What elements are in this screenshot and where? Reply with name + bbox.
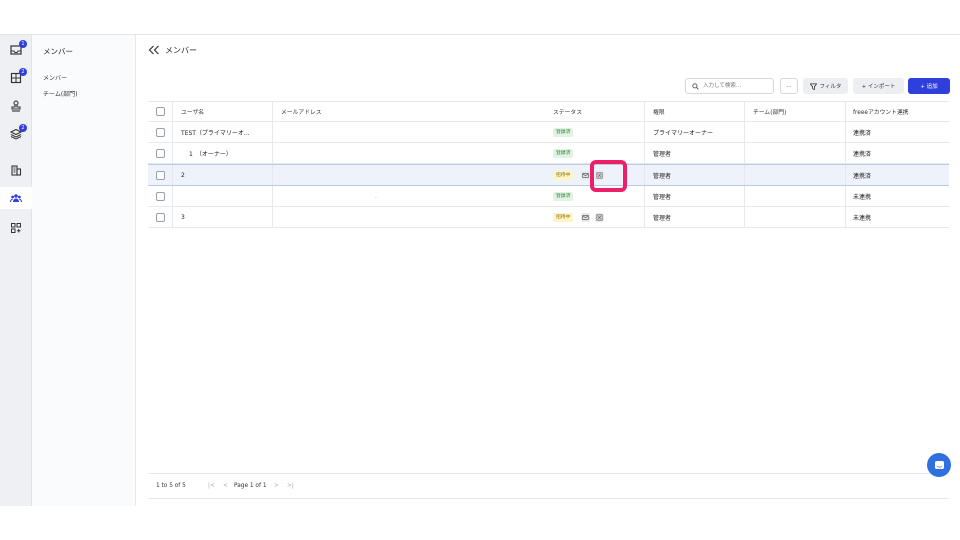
table-row[interactable]: 3 招待中 管理者 未連携 [148, 207, 949, 228]
rail-layers[interactable]: 2 [0, 123, 32, 145]
user-role: 管理者 [653, 150, 672, 158]
rail-apps[interactable] [0, 217, 32, 239]
table-row[interactable]: TEST（プライマリーオ... 登録済 プライマリーオーナー 連携済 [148, 122, 949, 143]
status-badge: 登録済 [553, 191, 574, 201]
user-role: プライマリーオーナー [653, 129, 714, 137]
freee-link-status: 連携済 [853, 129, 872, 137]
filter-button[interactable]: フィルタ [803, 78, 848, 94]
row-checkbox[interactable] [156, 127, 165, 137]
table-row-selected[interactable]: 2 招待中 管理者 連携済 [148, 164, 949, 186]
collapse-sidebar-icon[interactable] [148, 45, 160, 55]
status-badge: 登録済 [553, 127, 574, 137]
row-checkbox[interactable] [156, 212, 165, 222]
row-checkbox[interactable] [156, 191, 165, 201]
main-panel: メンバー ... フィルタ + インポート + 追加 ユーザ名 メールアドレス … [136, 35, 960, 506]
chat-icon [934, 460, 944, 469]
mail-icon [582, 172, 590, 178]
freee-link-status: 未連携 [853, 214, 872, 222]
rail-badge: 2 [19, 124, 27, 132]
select-all-cell[interactable] [156, 102, 165, 121]
column-header-name[interactable]: ユーザ名 [181, 102, 204, 121]
freee-link-status: 連携済 [853, 150, 872, 158]
freee-link-status: 未連携 [853, 193, 872, 201]
freee-link-status: 連携済 [853, 172, 872, 180]
row-range: 1 to 5 of 5 [156, 483, 186, 489]
user-role: 管理者 [653, 214, 672, 222]
user-name: 1 （オーナー） [189, 150, 232, 158]
rail-inbox[interactable]: 1 [0, 39, 32, 61]
last-page-button[interactable]: >| [287, 483, 294, 489]
table-row[interactable]: . 登録済 管理者 未連携 [148, 186, 949, 207]
close-box-icon [596, 214, 603, 220]
page-title: メンバー [165, 46, 197, 55]
column-header-email[interactable]: メールアドレス [281, 102, 322, 121]
user-name: 2 [181, 171, 185, 179]
column-header-team[interactable]: チーム(部門) [753, 102, 786, 121]
row-checkbox[interactable] [156, 148, 165, 158]
icon-rail: 1 2 2 [0, 35, 32, 506]
bottom-band [0, 506, 960, 540]
apps-icon [11, 223, 21, 233]
sub-navigation: メンバー メンバー チーム(部門) [32, 35, 136, 506]
user-name: TEST（プライマリーオ... [181, 129, 250, 137]
import-button[interactable]: + インポート [853, 78, 904, 94]
office-icon [11, 165, 22, 176]
rail-badge: 1 [19, 40, 27, 48]
page-indicator: Page 1 of 1 [234, 483, 267, 489]
team-icon [10, 194, 22, 203]
cancel-invite-button[interactable] [595, 212, 605, 222]
prev-page-button[interactable]: < [223, 483, 228, 489]
stamp-icon [11, 100, 21, 112]
first-page-button[interactable]: |< [208, 483, 215, 489]
rail-stamp[interactable] [0, 95, 32, 117]
more-button[interactable]: ... [780, 78, 798, 94]
column-header-status[interactable]: ステータス [553, 102, 582, 121]
highlight-box [590, 160, 627, 192]
rail-office[interactable] [0, 159, 32, 181]
rail-building[interactable]: 2 [0, 67, 32, 89]
user-role: 管理者 [653, 193, 672, 201]
search-box[interactable] [685, 78, 774, 94]
subnav-title: メンバー [43, 47, 73, 56]
rail-badge: 2 [19, 68, 27, 76]
filter-label: フィルタ [819, 84, 842, 90]
column-header-role[interactable]: 権限 [653, 102, 665, 121]
search-icon [692, 83, 699, 90]
subnav-item-teams[interactable]: チーム(部門) [43, 89, 78, 98]
status-badge: 招待中 [553, 212, 574, 222]
next-page-button[interactable]: > [274, 483, 279, 489]
chat-support-button[interactable] [927, 453, 951, 477]
select-all-checkbox[interactable] [156, 107, 165, 116]
search-input[interactable] [703, 81, 771, 91]
filter-icon [809, 82, 817, 90]
row-checkbox[interactable] [156, 170, 165, 180]
user-email: . [375, 192, 377, 200]
status-badge: 招待中 [553, 170, 574, 180]
subnav-item-members[interactable]: メンバー [43, 73, 67, 82]
user-role: 管理者 [653, 172, 672, 180]
rail-team[interactable] [0, 187, 32, 209]
top-bar [0, 0, 960, 35]
table-header-row: ユーザ名 メールアドレス ステータス 権限 チーム(部門) freeeアカウント… [148, 101, 949, 122]
status-badge: 登録済 [553, 148, 574, 158]
add-button[interactable]: + 追加 [908, 78, 950, 94]
user-name: 3 [181, 213, 185, 221]
mail-icon [582, 214, 590, 220]
table-row[interactable]: 1 （オーナー） 登録済 管理者 連携済 [148, 143, 949, 164]
resend-invite-button[interactable] [581, 212, 591, 222]
column-header-freee[interactable]: freeeアカウント連携 [853, 102, 909, 121]
pagination-bar: 1 to 5 of 5 |< < Page 1 of 1 > >| [148, 473, 949, 499]
